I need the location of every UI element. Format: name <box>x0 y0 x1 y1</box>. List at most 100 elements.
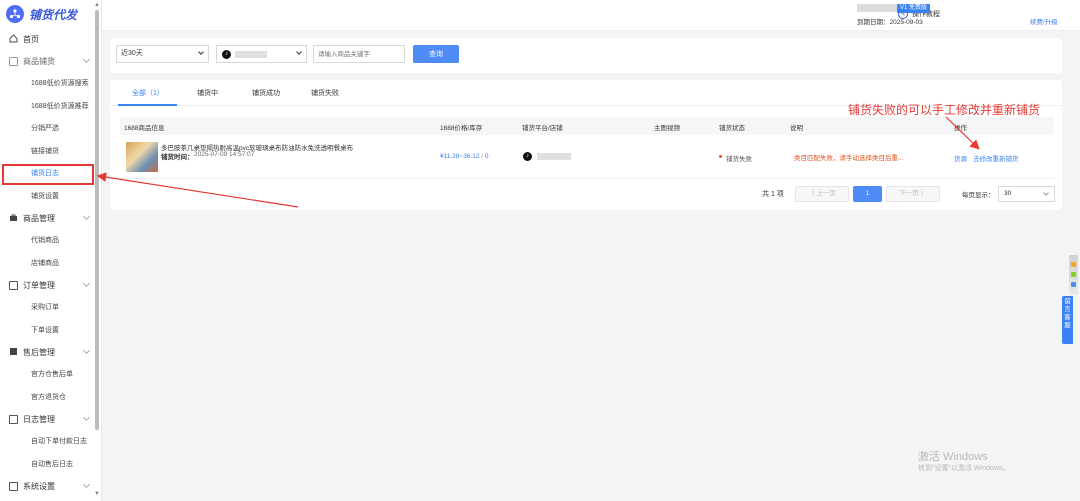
per-page-select[interactable]: 30 <box>998 186 1055 202</box>
sidebar-group-logs[interactable]: 日志管理 <box>0 408 101 430</box>
sidebar-item-link-listing[interactable]: 链接铺货 <box>0 140 101 163</box>
annotation-arrows <box>96 116 980 208</box>
col-platform-store: 铺货平台/店铺 <box>522 125 563 132</box>
chevron-down-icon <box>82 212 91 221</box>
renew-link[interactable]: 续费/升级 <box>1030 16 1058 26</box>
sidebar-group-label: 日志管理 <box>23 414 55 424</box>
edit-relist-link[interactable]: 去修改重新铺货 <box>973 153 1019 163</box>
per-page-value: 30 <box>1004 190 1012 197</box>
home-icon <box>9 33 18 45</box>
col-main-video: 主图视频 <box>654 125 680 132</box>
sidebar-group-orders[interactable]: 订单管理 <box>0 274 101 296</box>
log-icon <box>9 414 18 424</box>
sidebar-item-selected-supply[interactable]: 分销严选 <box>0 117 101 140</box>
sidebar-item-label: 首页 <box>23 34 39 44</box>
sidebar-item-official-return[interactable]: 官方退货仓 <box>0 386 101 409</box>
expire-label: 到期日期： <box>857 19 890 26</box>
chevron-down-icon <box>82 413 91 422</box>
sidebar-group-system[interactable]: 系统设置 <box>0 475 101 497</box>
sidebar-scrollbar[interactable] <box>95 10 99 430</box>
sidebar-item-store-products[interactable]: 店铺商品 <box>0 252 101 275</box>
store-name-redacted <box>235 51 267 58</box>
page-1-button[interactable]: 1 <box>853 186 882 202</box>
table-header <box>120 117 1054 135</box>
side-toolbar-icon[interactable] <box>1071 272 1076 277</box>
listing-time: 2025-07-09 14:57:07 <box>194 151 255 158</box>
windows-watermark-sub: 转到"设置"以激活 Windows。 <box>918 465 1010 472</box>
sidebar-item-1688-recommend[interactable]: 1688低价货源推荐 <box>0 95 101 118</box>
tab-all[interactable]: 全部（1） <box>132 88 164 98</box>
col-product-info: 1688商品信息 <box>124 125 165 132</box>
product-thumbnail[interactable] <box>126 142 158 172</box>
stock: 0 <box>484 153 489 160</box>
sidebar-group-label: 商品铺货 <box>23 56 55 66</box>
sidebar-group-label: 商品管理 <box>23 213 55 223</box>
prev-page-button[interactable]: 〈 上一页 <box>795 186 849 202</box>
sidebar-item-consign-products[interactable]: 代销商品 <box>0 229 101 252</box>
store-select[interactable]: ♪ <box>216 45 307 63</box>
chevron-down-icon <box>82 279 91 288</box>
scroll-down-icon[interactable]: ▼ <box>94 491 100 497</box>
col-description: 说明 <box>790 125 803 132</box>
bag-icon <box>9 213 18 224</box>
sidebar-item-listing-settings[interactable]: 铺货设置 <box>0 185 101 208</box>
next-page-button[interactable]: 下一页 〉 <box>886 186 940 202</box>
active-tab-indicator <box>118 104 177 106</box>
keyword-search-input[interactable] <box>313 45 405 63</box>
failure-description: 类目匹配失败，请手动选择类目后重... <box>794 155 904 162</box>
annotation-highlight-box <box>2 164 94 185</box>
chevron-down-icon <box>1043 190 1049 196</box>
row-divider <box>120 178 1054 179</box>
query-button[interactable]: 查询 <box>413 45 459 63</box>
tab-success[interactable]: 铺货成功 <box>252 88 280 98</box>
chevron-down-icon <box>82 346 91 355</box>
sidebar: 铺货代发 首页 商品铺货 1688低价货源搜索 1688低价货源推荐 分销严选 … <box>0 0 102 501</box>
sidebar-item-1688-search[interactable]: 1688低价货源搜索 <box>0 72 101 95</box>
tiktok-icon: ♪ <box>222 50 231 59</box>
col-price-stock: 1688价格/库存 <box>440 125 483 132</box>
per-page-label: 每页显示： <box>962 192 995 199</box>
sidebar-group-aftersale[interactable]: 售后管理 <box>0 341 101 363</box>
logo-icon <box>6 5 24 23</box>
listing-time-label: 铺货时间： <box>161 154 194 161</box>
app-logo[interactable]: 铺货代发 <box>0 0 101 28</box>
sidebar-group-listing[interactable]: 商品铺货 <box>0 50 101 72</box>
sidebar-item-order-settings[interactable]: 下单设置 <box>0 319 101 342</box>
price-stock: ¥11.28~36.12 / 0 <box>440 153 489 160</box>
date-range-select[interactable]: 近30天 <box>116 45 209 63</box>
side-toolbar-icon[interactable] <box>1071 262 1076 267</box>
sidebar-group-products[interactable]: 商品管理 <box>0 207 101 229</box>
expire-date: 2025-09-03 <box>889 19 923 26</box>
price: ¥11.28~36.12 <box>440 153 480 160</box>
expire-info: 到期日期：2025-09-03 <box>857 16 923 26</box>
sidebar-item-official-aftersale[interactable]: 官方仓售后单 <box>0 363 101 386</box>
total-count: 共 1 项 <box>762 191 784 198</box>
contact-support-button[interactable]: 留言客服 <box>1062 296 1073 344</box>
scroll-up-icon[interactable]: ▲ <box>94 2 100 8</box>
sidebar-item-auto-aftersale-log[interactable]: 自动售后日志 <box>0 453 101 476</box>
aftersale-icon <box>9 347 18 358</box>
tiktok-icon: ♪ <box>523 152 532 161</box>
col-status: 铺货状态 <box>719 125 745 132</box>
annotation-text: 铺货失败的可以手工修改并重新铺货 <box>848 103 1041 117</box>
sidebar-item-home[interactable]: 首页 <box>0 28 101 50</box>
settings-icon <box>9 481 18 491</box>
sidebar-group-label: 系统设置 <box>23 481 55 491</box>
status-dot <box>719 155 722 158</box>
side-toolbar-icon[interactable] <box>1071 282 1076 287</box>
chevron-down-icon <box>198 49 204 55</box>
date-range-value: 近30天 <box>121 50 143 57</box>
sidebar-item-purchase-orders[interactable]: 采购订单 <box>0 296 101 319</box>
chevron-down-icon <box>82 480 91 489</box>
tab-listing[interactable]: 铺货中 <box>197 88 218 98</box>
listing-status: 铺货失败 <box>726 156 752 163</box>
sidebar-item-auto-pay-log[interactable]: 自动下单付款日志 <box>0 430 101 453</box>
col-actions: 操作 <box>954 125 967 132</box>
sidebar-group-label: 售后管理 <box>23 347 55 357</box>
tab-failed[interactable]: 铺货失败 <box>311 88 339 98</box>
store-name-redacted <box>537 153 571 160</box>
sidebar-group-label: 订单管理 <box>23 280 55 290</box>
windows-watermark: 激活 Windows <box>918 451 988 463</box>
plan-badge: V1 免费版 <box>897 4 931 13</box>
source-link[interactable]: 货源 <box>954 153 967 163</box>
